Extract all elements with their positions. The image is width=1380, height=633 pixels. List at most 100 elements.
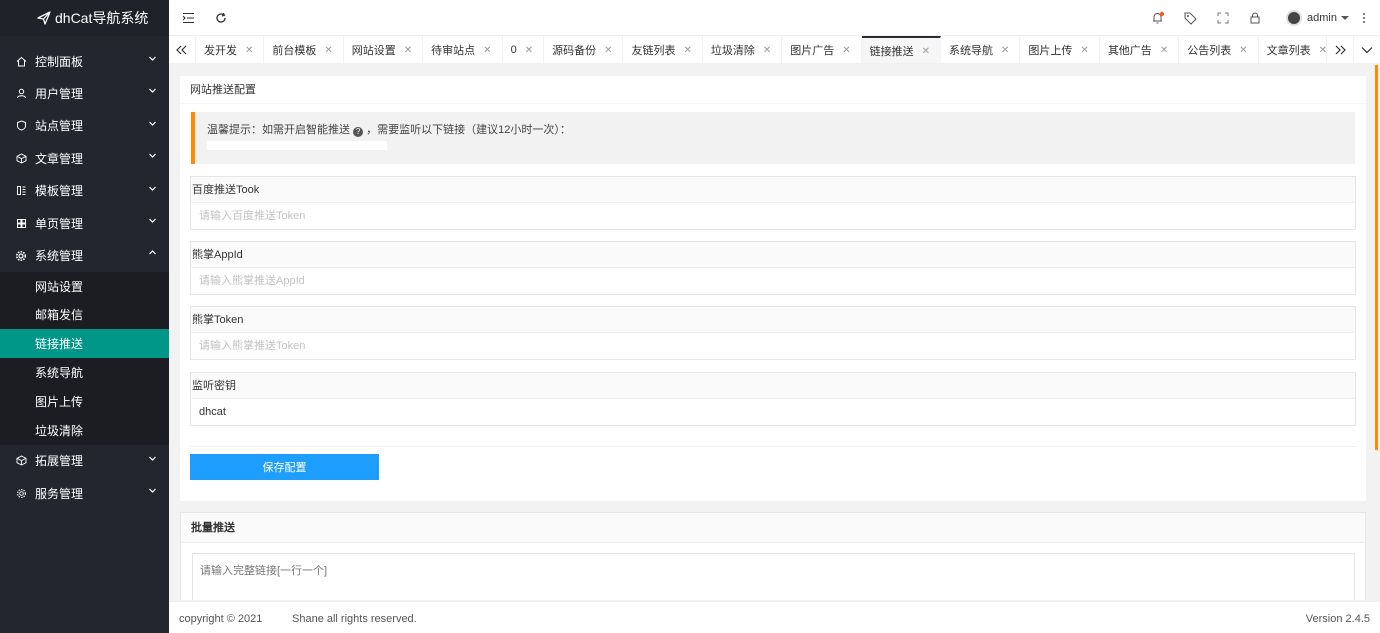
logo[interactable]: dhCat导航系统 [0,0,169,36]
close-icon[interactable]: ✕ [683,45,691,56]
chevron-down-icon [149,218,156,223]
sidebar-subitem-link-push[interactable]: 链接推送 [0,329,169,359]
sidebar-subitem-image-upload[interactable]: 图片上传 [0,387,169,416]
chevron-down-icon [149,88,156,94]
tab-item[interactable]: 友链列表 ✕ [623,36,703,63]
refresh-icon[interactable] [214,11,228,25]
tabs-scroll-right-button[interactable] [1326,36,1353,64]
tab-item[interactable]: 文章列表 ✕ [1259,36,1326,63]
more-vertical-icon[interactable] [1357,11,1371,25]
field-label: 熊掌AppId [191,242,1355,268]
baidu-token-field: 百度推送Took [190,176,1356,230]
tab-item[interactable]: 前台模板 ✕ [264,36,344,63]
tab-item[interactable]: 网站设置 ✕ [344,36,424,63]
sidebar-item-label: 用户管理 [35,87,84,102]
tab-item[interactable]: 待审站点 ✕ [423,36,503,63]
fullscreen-icon[interactable] [1216,11,1230,25]
tag-icon[interactable] [1183,11,1197,25]
user-menu[interactable]: admin [1286,9,1350,27]
scrollbar[interactable] [1375,65,1378,600]
close-icon[interactable]: ✕ [404,45,412,56]
tab-item[interactable]: 图片广告 ✕ [782,36,862,63]
menu-toggle-icon[interactable] [181,11,195,25]
tab-label: 发开发 [204,45,237,57]
xiongzhang-appid-input[interactable] [191,268,1355,294]
sidebar-item-label: 拓展管理 [35,454,84,469]
sidebar-item-pages[interactable]: 单页管理 [0,207,169,239]
tab-label: 文章列表 [1266,45,1311,57]
tab-item[interactable]: 公告列表 ✕ [1179,36,1259,63]
tab-label: 垃圾清除 [710,45,755,57]
close-icon[interactable]: ✕ [1001,45,1009,56]
close-icon[interactable]: ✕ [763,45,771,56]
notice-box: 温馨提示：如需开启智能推送 ? ，需要监听以下链接（建议12小时一次）： [191,112,1355,164]
tab-item[interactable]: 0 ✕ [503,36,545,63]
close-icon[interactable]: ✕ [245,45,253,56]
pages-icon [15,217,27,229]
xiongzhang-token-input[interactable] [191,333,1355,359]
batch-push-card: 批量推送 [180,512,1366,600]
sidebar-menu: 控制面板 用户管理 站点管理 文章管理 模板管理 单页管理 系统管理 网站设置 … [0,45,169,509]
baidu-token-input[interactable] [191,203,1355,229]
close-icon[interactable]: ✕ [604,45,612,56]
xiongzhang-appid-field: 熊掌AppId [190,241,1356,295]
tabs-scroll-left-button[interactable] [169,36,196,64]
double-chevron-left-icon [176,45,187,55]
close-icon[interactable]: ✕ [1080,45,1088,56]
tab-item[interactable]: 源码备份 ✕ [544,36,624,63]
sidebar-subitem-garbage-clean[interactable]: 垃圾清除 [0,416,169,445]
system-submenu: 网站设置 邮箱发信 链接推送 系统导航 图片上传 垃圾清除 [0,271,169,445]
batch-links-textarea[interactable] [192,553,1355,600]
close-icon[interactable]: ✕ [1319,45,1326,56]
template-icon [15,185,27,197]
field-label: 监听密钥 [191,373,1355,399]
help-icon[interactable]: ? [353,127,364,137]
close-icon[interactable]: ✕ [842,45,850,56]
listen-key-input[interactable] [191,399,1355,425]
tab-label: 友链列表 [631,45,676,57]
shield-icon [15,120,27,132]
sidebar-item-services[interactable]: 服务管理 [0,477,169,509]
sidebar-item-articles[interactable]: 文章管理 [0,142,169,174]
username: admin [1307,12,1337,24]
tab-label: 其他广告 [1107,45,1152,57]
sidebar-subitem-mail[interactable]: 邮箱发信 [0,301,169,330]
lock-icon[interactable] [1248,11,1262,25]
save-config-button[interactable]: 保存配置 [190,454,379,480]
tab-label: 源码备份 [552,45,597,57]
scrollbar-thumb[interactable] [1375,65,1378,450]
tab-item[interactable]: 图片上传 ✕ [1020,36,1100,63]
chevron-down-icon [149,488,156,493]
sidebar-item-dashboard[interactable]: 控制面板 [0,45,169,77]
close-icon[interactable]: ✕ [922,46,930,57]
sidebar-item-users[interactable]: 用户管理 [0,77,169,109]
tab-label: 图片上传 [1028,45,1073,57]
sidebar: dhCat导航系统 控制面板 用户管理 站点管理 文章管理 模板管理 单页管理 … [0,0,169,633]
tab-item[interactable]: 系统导航 ✕ [941,36,1021,63]
sidebar-subitem-system-nav[interactable]: 系统导航 [0,358,169,387]
version-text: Version 2.4.5 [1305,613,1370,625]
close-icon[interactable]: ✕ [1239,45,1247,56]
tab-item[interactable]: 发开发 ✕ [196,36,265,63]
close-icon[interactable]: ✕ [1160,45,1168,56]
tab-item[interactable]: 其他广告 ✕ [1100,36,1180,63]
sidebar-item-sites[interactable]: 站点管理 [0,110,169,142]
sidebar-item-templates[interactable]: 模板管理 [0,175,169,207]
tabs-menu-button[interactable] [1353,36,1380,64]
bell-icon[interactable] [1151,11,1165,25]
gear-icon [15,487,27,499]
tab-item[interactable]: 链接推送 ✕ [861,36,942,63]
send-icon [37,11,51,25]
sidebar-item-system[interactable]: 系统管理 [0,239,169,271]
rights-text: Shane all rights reserved. [292,613,417,625]
close-icon[interactable]: ✕ [525,45,533,56]
sidebar-item-label: 控制面板 [35,54,84,69]
close-icon[interactable]: ✕ [483,45,491,56]
close-icon[interactable]: ✕ [324,45,332,56]
xiongzhang-token-field: 熊掌Token [190,306,1356,360]
sidebar-item-label: 服务管理 [35,486,84,501]
tab-label: 链接推送 [869,46,914,58]
sidebar-subitem-site-settings[interactable]: 网站设置 [0,272,169,301]
sidebar-item-extensions[interactable]: 拓展管理 [0,445,169,477]
tab-item[interactable]: 垃圾清除 ✕ [703,36,783,63]
